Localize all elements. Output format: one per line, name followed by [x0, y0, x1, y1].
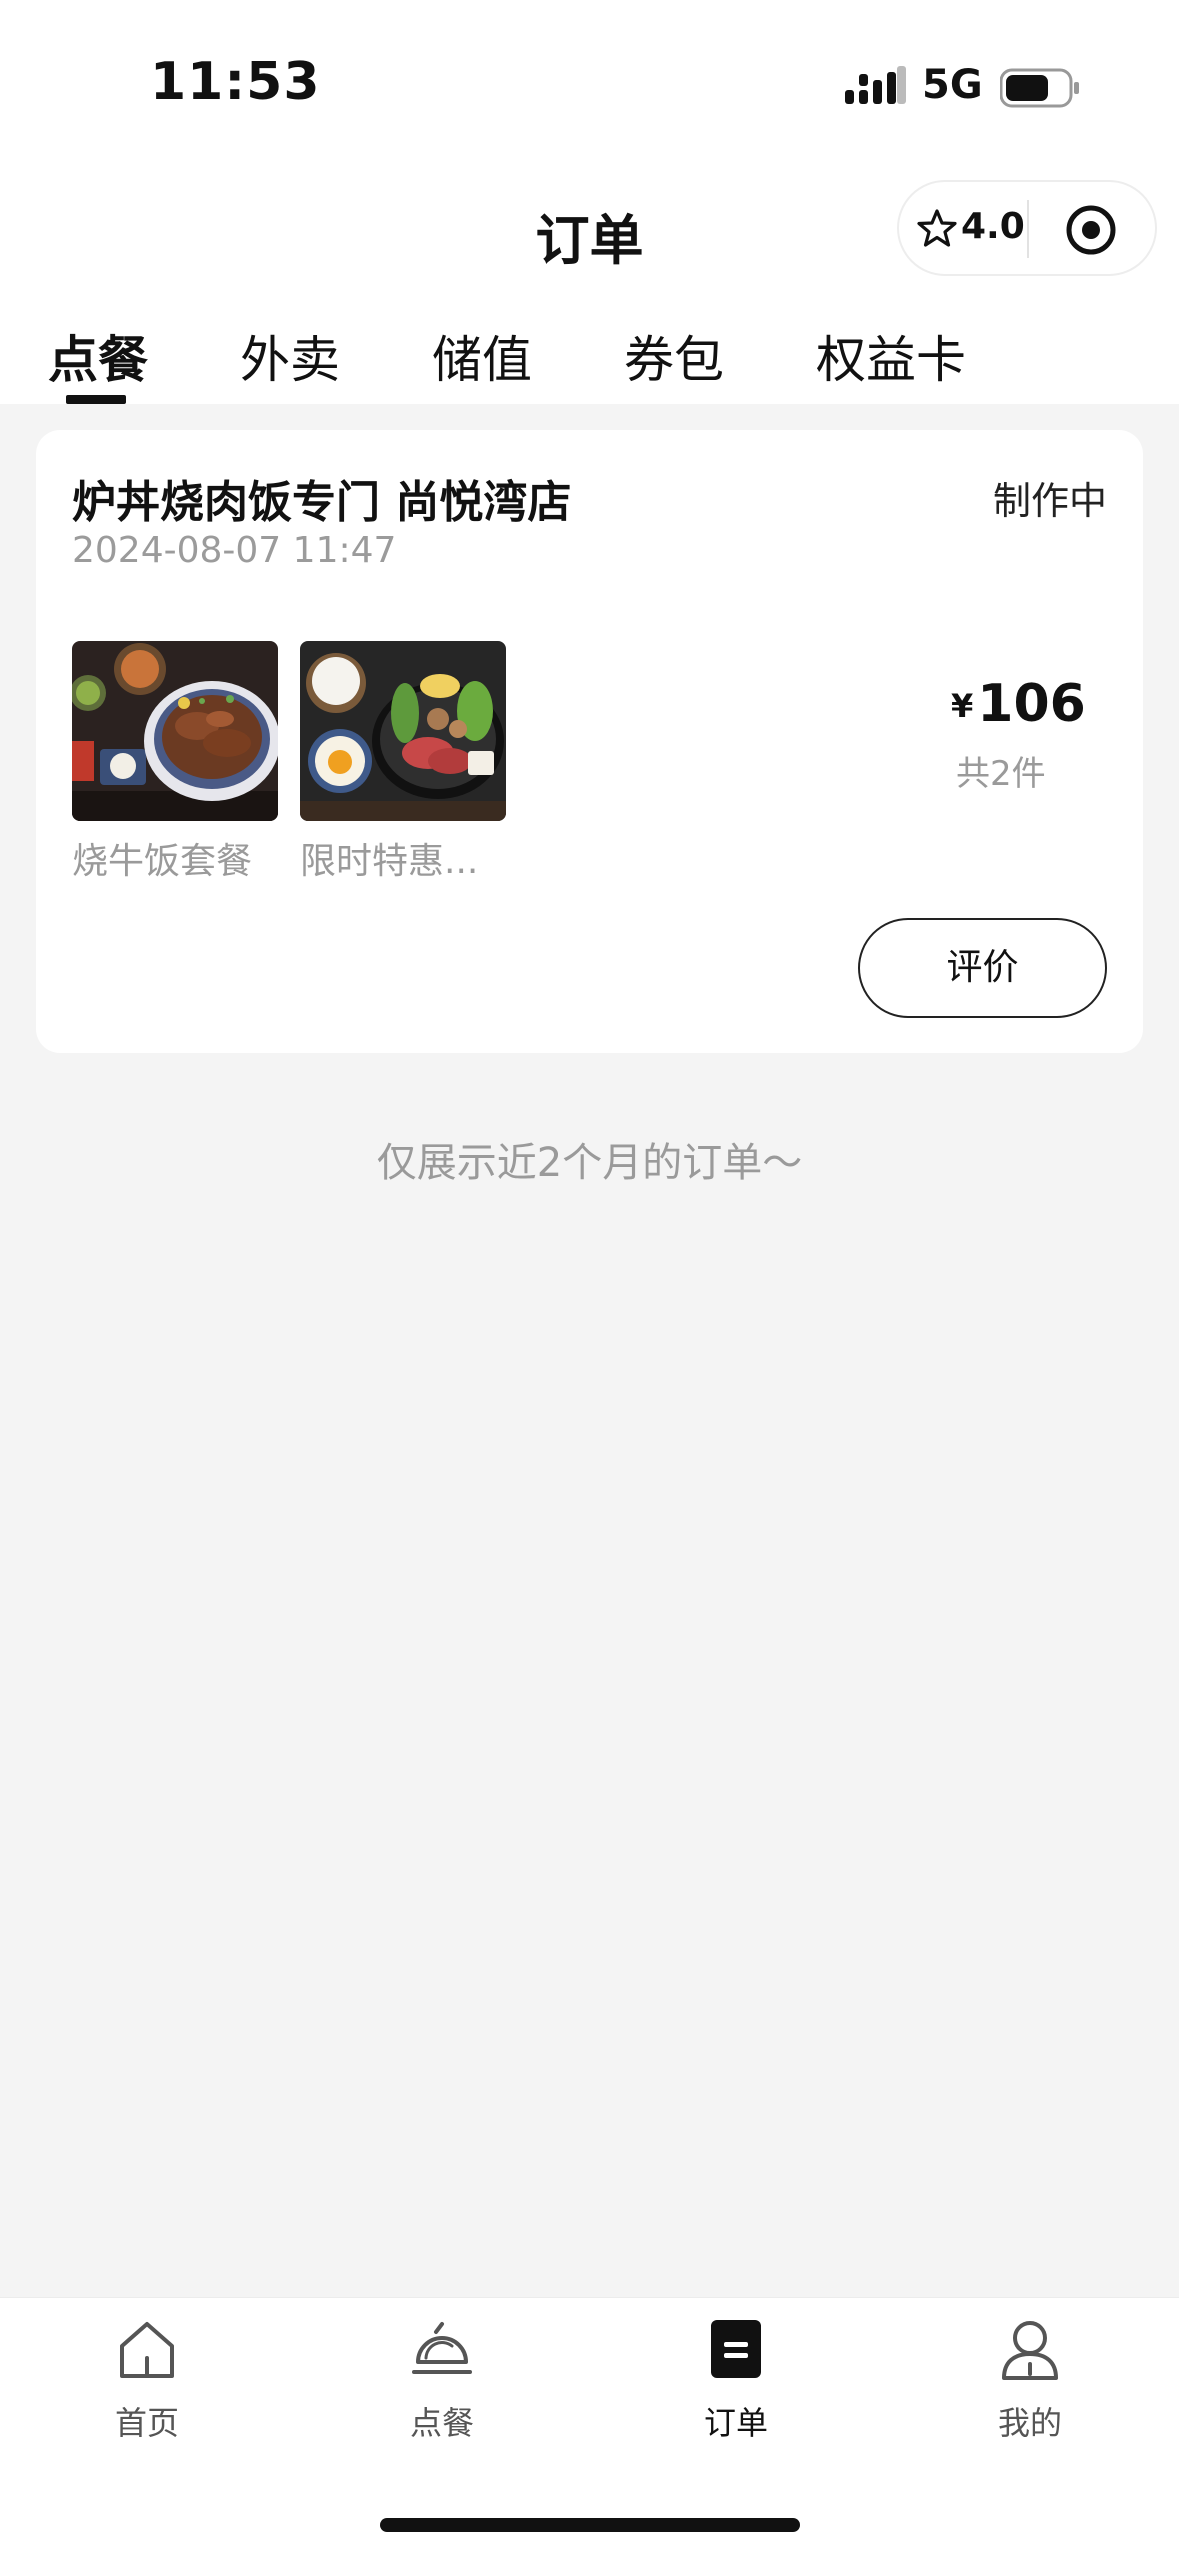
item-name: 烧牛饭套餐 — [72, 841, 253, 882]
tabbar-label: 我的 — [997, 2404, 1062, 2442]
status-time: 11:53 — [150, 52, 321, 112]
target-icon[interactable] — [1065, 204, 1117, 256]
battery-icon — [1000, 68, 1079, 108]
mini-program-capsule: 4.0 — [897, 180, 1157, 276]
order-status: 制作中 — [992, 479, 1107, 523]
tabbar-label: 首页 — [114, 2404, 179, 2442]
order-time: 2024-08-07 11:47 — [72, 530, 397, 571]
user-icon — [1002, 2321, 1058, 2380]
tabbar-label: 点餐 — [409, 2404, 474, 2442]
item-thumbnail — [300, 641, 506, 821]
review-button[interactable]: 评价 — [858, 918, 1107, 1018]
currency-symbol: ¥ — [951, 687, 974, 725]
home-indicator — [380, 2518, 800, 2532]
home-icon — [120, 2322, 174, 2378]
price-value: 106 — [977, 674, 1086, 734]
tabbar-item-orders[interactable]: 订单 — [636, 2318, 836, 2458]
tab-coupons[interactable]: 券包 — [624, 320, 724, 392]
active-tab-indicator — [66, 395, 126, 404]
order-card[interactable]: 炉丼烧肉饭专门 尚悦湾店 制作中 2024-08-07 11:47 烧牛饭套餐 — [36, 430, 1143, 1053]
tabbar-label: 订单 — [703, 2404, 768, 2442]
tab-dine-in[interactable]: 点餐 — [48, 320, 148, 392]
tabbar-item-profile[interactable]: 我的 — [930, 2318, 1130, 2458]
tab-membership-card[interactable]: 权益卡 — [816, 320, 966, 392]
item-name: 限时特惠... — [300, 841, 479, 882]
item-count: 共2件 — [956, 754, 1046, 794]
tabbar-item-dine-in[interactable]: 点餐 — [342, 2318, 542, 2458]
tab-stored-value[interactable]: 储值 — [432, 320, 532, 392]
signal-icon — [845, 66, 906, 104]
footer-note: 仅展示近2个月的订单～ — [376, 1140, 803, 1186]
item-thumbnail — [72, 641, 278, 821]
tabbar-item-home[interactable]: 首页 — [47, 2318, 247, 2458]
rating-value: 4.0 — [961, 206, 1025, 247]
cloche-icon — [412, 2322, 472, 2374]
star-icon[interactable] — [917, 208, 957, 248]
network-label: 5G — [922, 62, 983, 108]
store-name: 炉丼烧肉饭专门 尚悦湾店 — [72, 477, 572, 528]
tab-delivery[interactable]: 外卖 — [240, 320, 340, 392]
capsule-divider — [1027, 200, 1029, 258]
order-list-icon — [711, 2320, 761, 2378]
order-total: ¥106 — [951, 674, 1086, 734]
